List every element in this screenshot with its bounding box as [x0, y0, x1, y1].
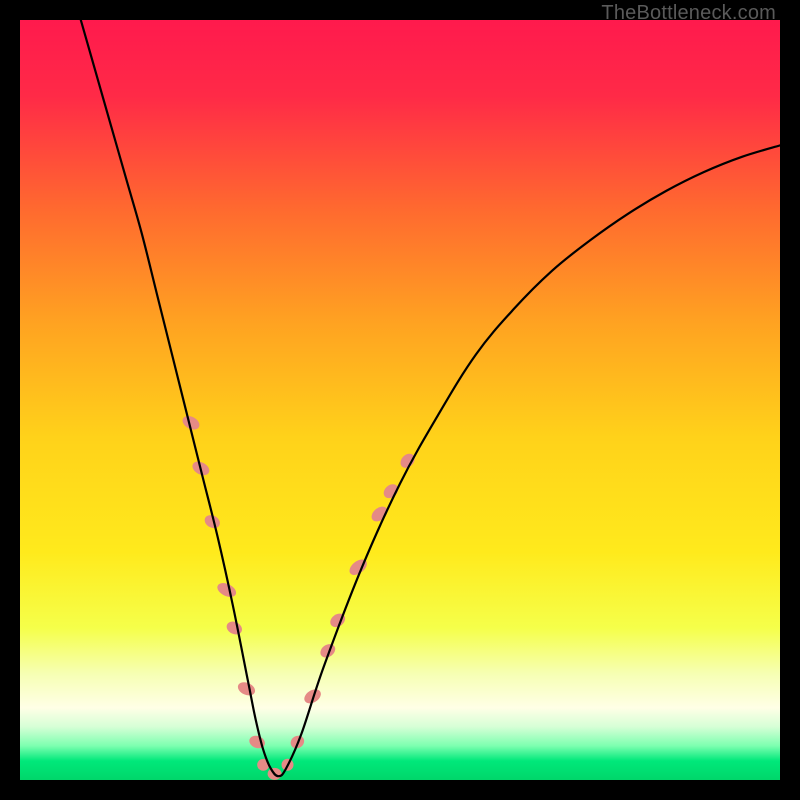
watermark-text: TheBottleneck.com: [601, 2, 776, 25]
plot-area: [20, 20, 780, 780]
curve-marker: [369, 504, 391, 525]
curve-marker: [215, 580, 238, 600]
bottleneck-curve: [81, 20, 780, 776]
curve-marker: [236, 680, 257, 698]
curve-markers: [180, 413, 417, 780]
chart-frame: TheBottleneck.com: [0, 0, 800, 800]
curve-layer: [20, 20, 780, 780]
curve-marker: [224, 619, 244, 637]
curve-marker: [381, 481, 401, 501]
